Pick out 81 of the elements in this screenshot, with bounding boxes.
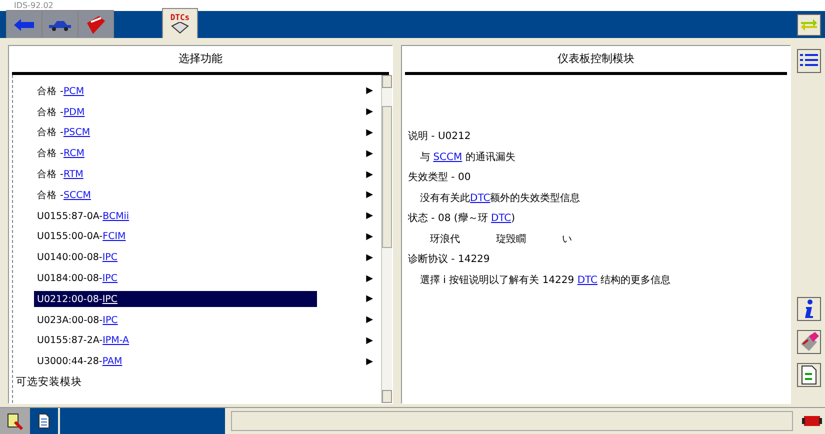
module-link[interactable]: BCMii bbox=[102, 210, 130, 222]
info-line: 選擇 i 按钮说明以了解有关 14229 DTC 结构的更多信息 bbox=[419, 274, 671, 288]
module-link[interactable]: PCM bbox=[63, 86, 84, 97]
info-line: 没有有关此DTC额外的失效类型信息 bbox=[419, 192, 582, 206]
connector-icon bbox=[802, 414, 822, 428]
document-refresh-icon bbox=[801, 365, 817, 385]
module-link[interactable]: PSCM bbox=[63, 127, 90, 138]
expand-arrow[interactable]: ▶ bbox=[366, 148, 373, 159]
module-tool-button[interactable] bbox=[0, 408, 30, 434]
swap-arrows-icon bbox=[800, 18, 818, 32]
dtc-link[interactable]: DTC bbox=[490, 213, 512, 224]
info-line: 说明 - U0212 bbox=[408, 130, 472, 144]
dtc-link[interactable]: DTC bbox=[577, 274, 598, 286]
module-link[interactable]: PDM bbox=[63, 106, 85, 118]
info-text: 玡浪代 bbox=[430, 232, 460, 246]
module-list-item[interactable]: 合格 -SCCM bbox=[34, 187, 317, 204]
module-list-item[interactable]: 合格 -PDM bbox=[34, 104, 317, 120]
module-list-item[interactable]: U0212:00-08-IPC bbox=[34, 291, 317, 308]
info-icon bbox=[803, 299, 815, 319]
expand-arrow[interactable]: ▶ bbox=[366, 294, 373, 304]
refresh-button[interactable] bbox=[797, 363, 821, 387]
list-button[interactable] bbox=[797, 49, 821, 73]
module-list-item[interactable]: U0155:87-0A-BCMii bbox=[34, 208, 317, 224]
module-list-item[interactable]: 合格 -RCM bbox=[34, 146, 317, 162]
eraser-icon bbox=[799, 332, 819, 352]
module-link[interactable]: RCM bbox=[63, 148, 84, 160]
eraser-button[interactable] bbox=[797, 330, 821, 354]
module-list-item[interactable]: U0184:00-08-IPC bbox=[34, 270, 317, 287]
info-line: 状态 - 08 (癴～玡 DTC) bbox=[408, 212, 516, 226]
module-link[interactable]: IPC bbox=[102, 273, 118, 284]
module-link[interactable]: IPC bbox=[102, 252, 118, 264]
dtc-link[interactable]: DTC bbox=[470, 192, 490, 204]
module-list-item[interactable]: 合格 -PCM bbox=[34, 83, 317, 100]
vehicle-tab[interactable] bbox=[42, 10, 78, 38]
module-list-item[interactable]: U0140:00-08-IPC bbox=[34, 250, 317, 266]
back-arrow-icon bbox=[13, 18, 35, 32]
module-link[interactable]: SCCM bbox=[63, 190, 91, 201]
expand-arrow[interactable]: ▶ bbox=[366, 128, 373, 138]
window-title: IDS-92.02 bbox=[0, 0, 825, 11]
info-line: 与 SCCM 的通讯漏失 bbox=[419, 150, 516, 164]
toolbox-icon bbox=[85, 14, 107, 34]
swap-button[interactable] bbox=[797, 14, 821, 36]
info-text: い bbox=[562, 232, 572, 246]
expand-arrow[interactable]: ▶ bbox=[366, 336, 373, 346]
info-line: 诊断协议 - 14229 bbox=[408, 252, 491, 267]
module-link[interactable]: IPC bbox=[102, 294, 118, 305]
module-link[interactable]: FCIM bbox=[102, 231, 126, 242]
info-text: 琁毁瞯 bbox=[496, 232, 526, 246]
document-button[interactable] bbox=[30, 408, 58, 434]
document-icon bbox=[38, 413, 50, 429]
info-line: 失效类型 - 00 bbox=[408, 170, 472, 185]
scrollbar[interactable] bbox=[381, 75, 392, 403]
panel-title: 仪表板控制模块 bbox=[405, 46, 787, 75]
expand-arrow[interactable]: ▶ bbox=[366, 86, 373, 96]
module-list-item[interactable]: U023A:00-08-IPC bbox=[34, 312, 317, 328]
expand-arrow[interactable]: ▶ bbox=[366, 232, 373, 242]
module-link[interactable]: IPM-A bbox=[102, 335, 130, 346]
module-list-item[interactable]: 合格 -PSCM bbox=[34, 124, 317, 141]
module-link[interactable]: PAM bbox=[102, 356, 122, 368]
back-tab[interactable] bbox=[6, 10, 42, 38]
module-list-item[interactable]: U3000:44-28-PAM bbox=[34, 354, 317, 370]
panel-title: 选择功能 bbox=[12, 46, 389, 75]
expand-arrow[interactable]: ▶ bbox=[366, 170, 373, 180]
dtc-link[interactable]: SCCM bbox=[433, 152, 462, 162]
expand-arrow[interactable]: ▶ bbox=[366, 274, 373, 284]
expand-arrow[interactable]: ▶ bbox=[366, 356, 373, 367]
expand-arrow[interactable]: ▶ bbox=[366, 252, 373, 263]
module-link[interactable]: IPC bbox=[102, 314, 118, 326]
module-list-item[interactable]: 合格 -RTM bbox=[34, 166, 317, 183]
car-icon bbox=[48, 18, 72, 30]
module-link[interactable]: RTM bbox=[63, 169, 84, 180]
expand-arrow[interactable]: ▶ bbox=[366, 107, 373, 118]
module-list-item[interactable]: U0155:00-0A-FCIM bbox=[34, 228, 317, 245]
dtc-tab[interactable]: DTCs bbox=[162, 8, 198, 38]
module-tool-icon bbox=[6, 412, 24, 430]
info-button[interactable] bbox=[797, 297, 821, 321]
expand-arrow[interactable]: ▶ bbox=[366, 315, 373, 326]
expand-arrow[interactable]: ▶ bbox=[366, 190, 373, 200]
module-list-item[interactable]: U0155:87-2A-IPM-A bbox=[34, 332, 317, 349]
section-heading: 可选安装模块 bbox=[16, 375, 83, 390]
expand-arrow[interactable]: ▶ bbox=[366, 211, 373, 222]
